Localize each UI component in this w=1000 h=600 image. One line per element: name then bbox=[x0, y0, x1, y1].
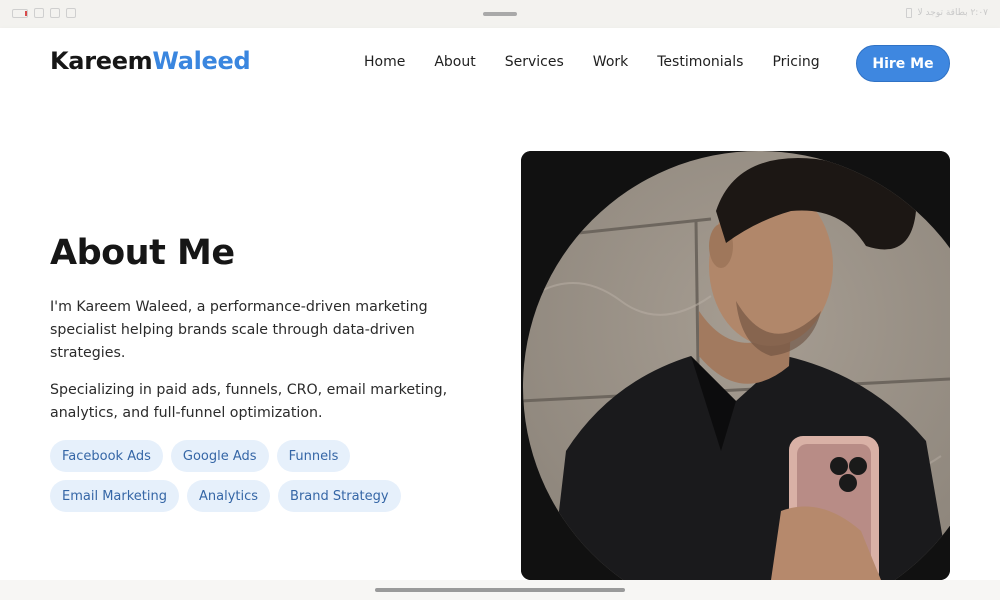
system-status-bar: ٢:٠٧ بطاقة توجد لا bbox=[0, 0, 1000, 28]
status-text: ٢:٠٧ بطاقة توجد لا bbox=[917, 8, 988, 18]
skill-tags: Facebook Ads Google Ads Funnels Email Ma… bbox=[50, 440, 450, 512]
status-icons-left bbox=[12, 8, 76, 18]
nav-link-testimonials[interactable]: Testimonials bbox=[657, 54, 743, 70]
home-gesture-handle[interactable] bbox=[375, 588, 625, 592]
notification-icon bbox=[34, 8, 44, 18]
site-logo[interactable]: KareemWaleed bbox=[50, 47, 251, 75]
skill-tag: Google Ads bbox=[170, 440, 269, 472]
headphones-icon bbox=[66, 8, 76, 18]
skill-tag: Email Marketing bbox=[50, 480, 179, 512]
battery-icon bbox=[12, 8, 28, 18]
nav-link-home[interactable]: Home bbox=[364, 54, 405, 70]
window-drag-handle[interactable] bbox=[483, 12, 517, 16]
about-section: About Me I'm Kareem Waleed, a performanc… bbox=[0, 99, 1000, 580]
hire-me-button[interactable]: Hire Me bbox=[856, 45, 950, 82]
logo-first-name: Kareem bbox=[50, 47, 153, 75]
about-paragraph-skills: Specializing in paid ads, funnels, CRO, … bbox=[50, 382, 448, 421]
status-icons-right: ٢:٠٧ بطاقة توجد لا bbox=[905, 8, 988, 18]
profile-photo bbox=[521, 151, 950, 580]
skill-tag: Funnels bbox=[276, 440, 351, 472]
logo-last-name: Waleed bbox=[152, 47, 251, 75]
nav-link-services[interactable]: Services bbox=[505, 54, 564, 70]
about-paragraph-intro: I'm Kareem Waleed, a performance-driven … bbox=[50, 299, 428, 361]
notification-icon bbox=[50, 8, 60, 18]
nav-link-pricing[interactable]: Pricing bbox=[772, 54, 819, 70]
sim-card-icon bbox=[905, 8, 912, 18]
section-title: About Me bbox=[50, 233, 235, 273]
main-nav: Home About Services Work Testimonials Pr… bbox=[364, 54, 849, 70]
skill-tag: Facebook Ads bbox=[50, 440, 163, 472]
nav-link-work[interactable]: Work bbox=[593, 54, 628, 70]
skill-tag: Analytics bbox=[187, 480, 271, 512]
system-nav-bar bbox=[0, 580, 1000, 600]
nav-link-about[interactable]: About bbox=[434, 54, 475, 70]
skill-tag: Brand Strategy bbox=[278, 480, 401, 512]
site-header: KareemWaleed Home About Services Work Te… bbox=[0, 28, 1000, 99]
